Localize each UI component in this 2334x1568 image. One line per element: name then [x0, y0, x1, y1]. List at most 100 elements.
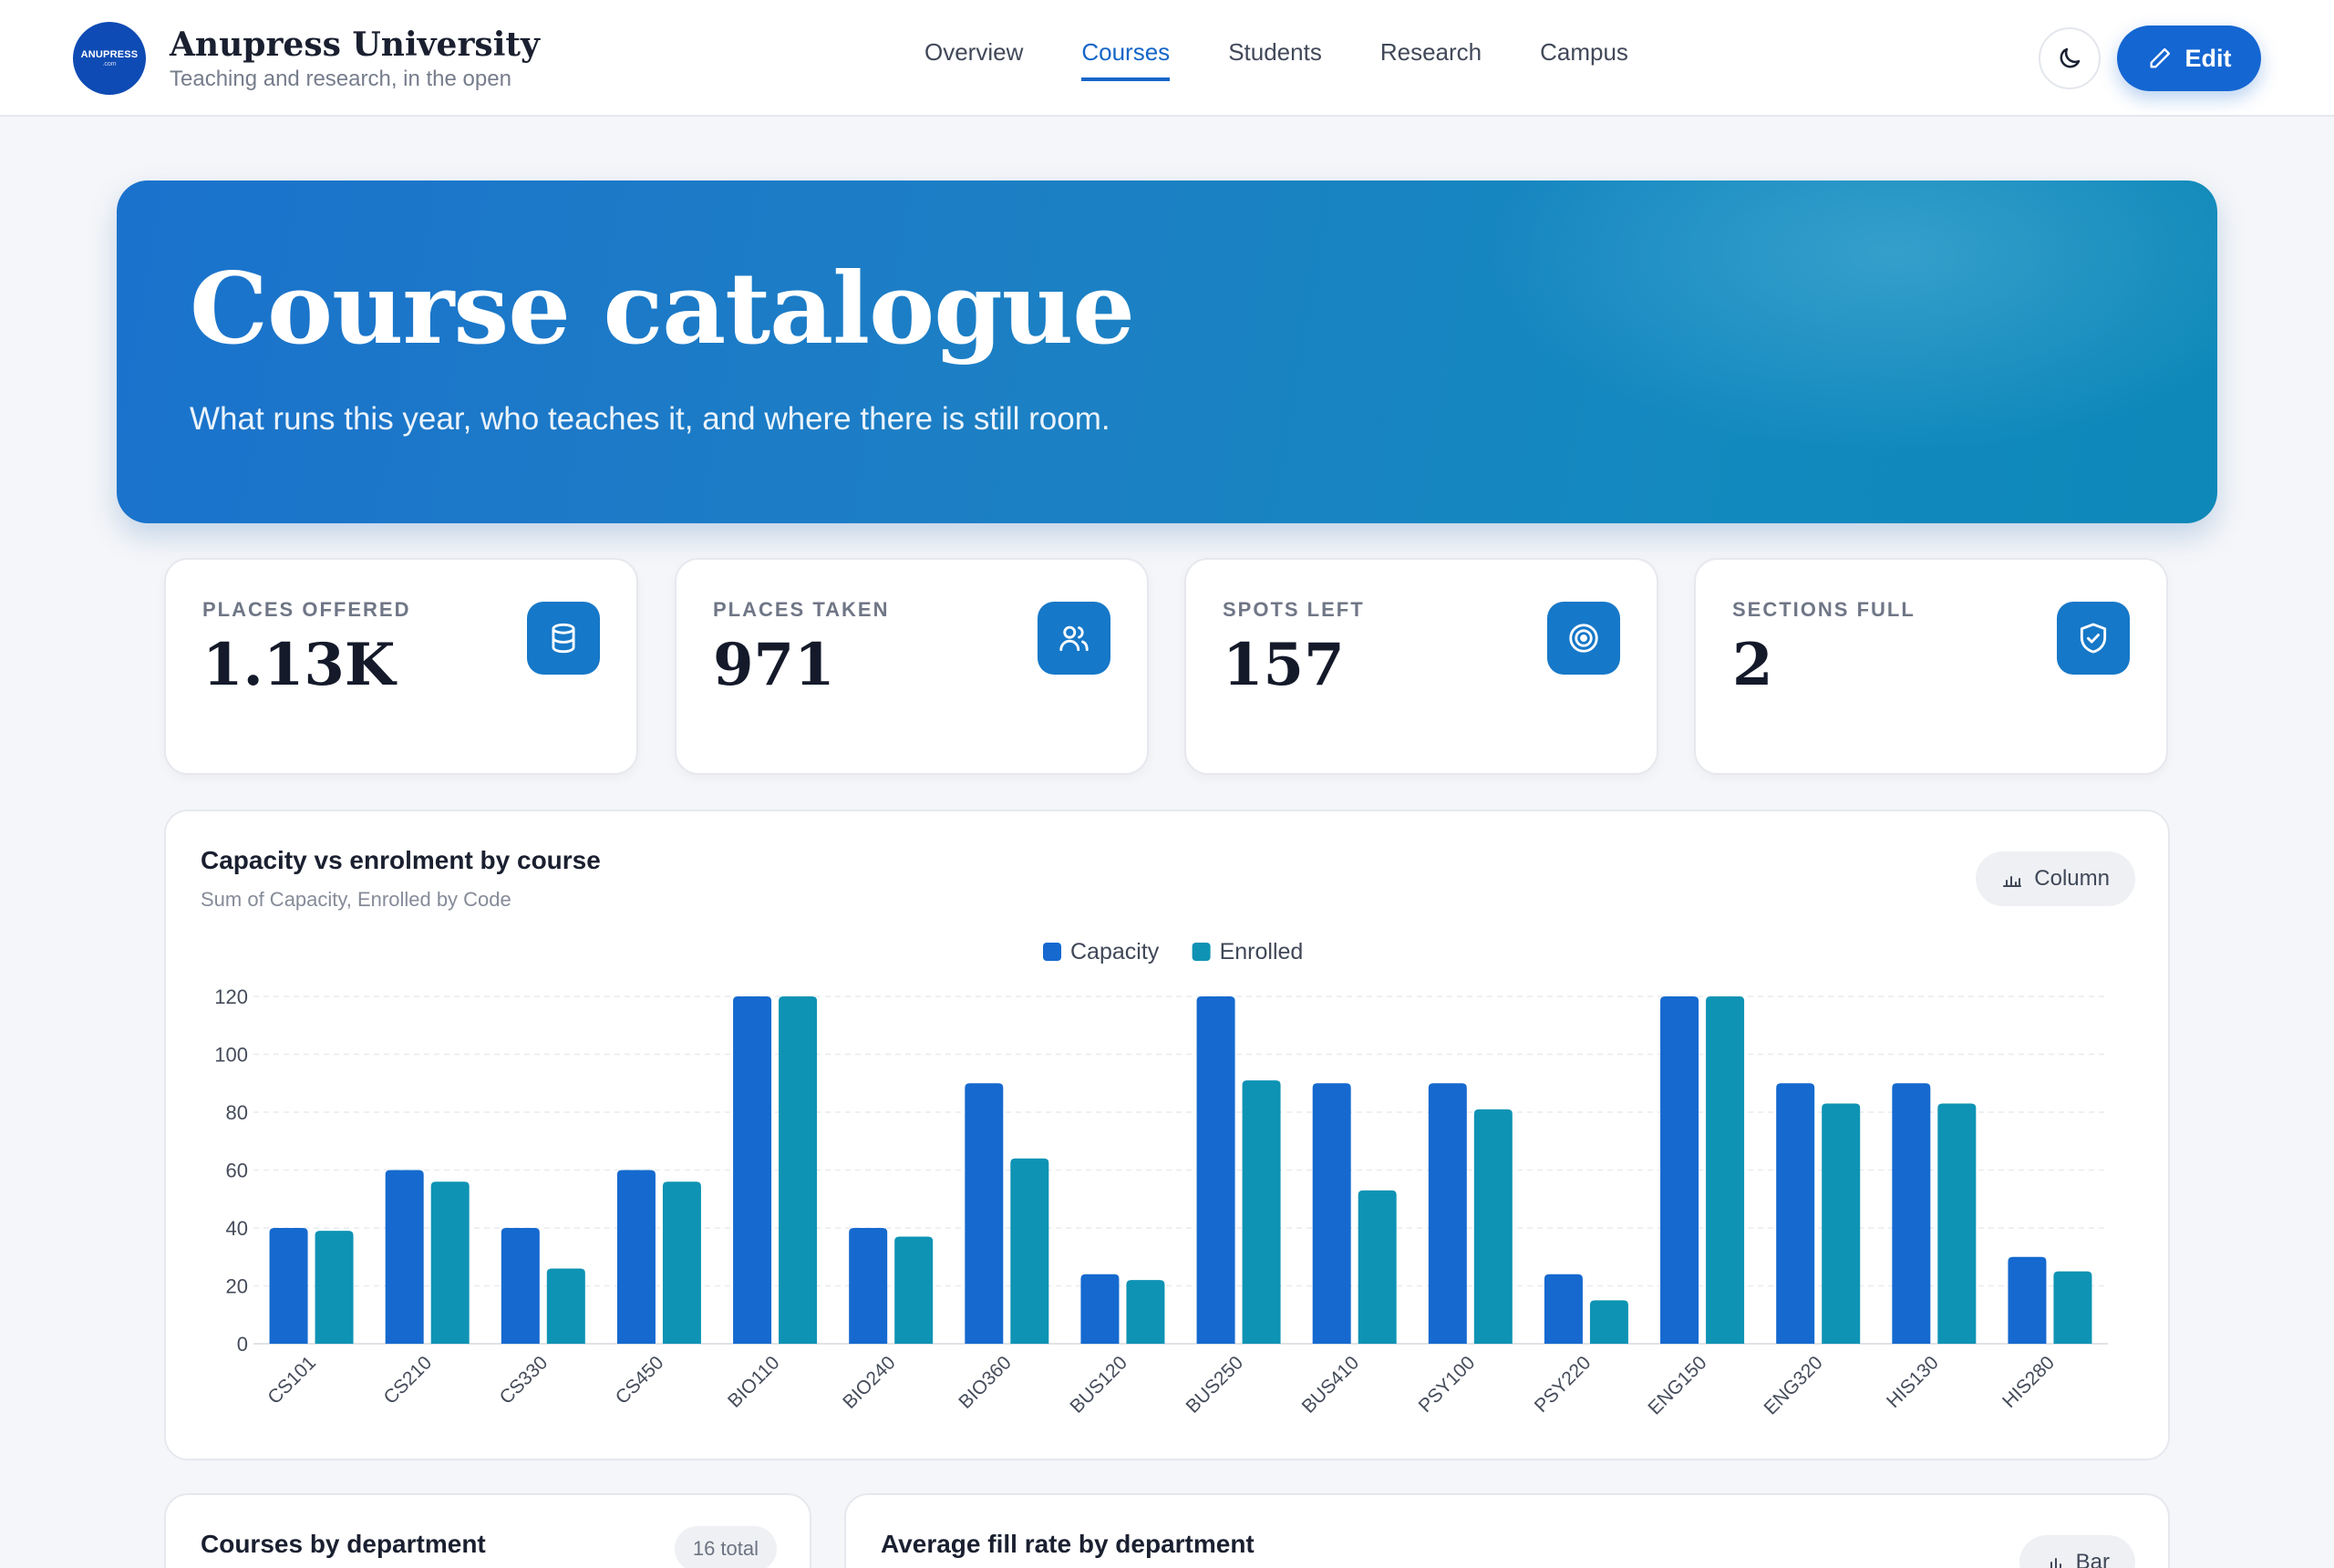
hero-banner: Course catalogue What runs this year, wh… [117, 181, 2217, 523]
bar-capacity-bus410 [1312, 1083, 1351, 1344]
capacity-enrolment-chart: 0 20 40 60 80 100 120 Capacity Enrolled CS101 CS21… [214, 939, 2108, 1418]
stat-label: SECTIONS FULL [1732, 598, 1916, 621]
bar-enrolled-cs330 [546, 1268, 585, 1344]
stat-label: PLACES TAKEN [713, 598, 890, 621]
x-tick-label: PSY100 [1415, 1352, 1480, 1417]
bar-enrolled-eng320 [1822, 1103, 1861, 1344]
bar-enrolled-bio360 [1010, 1158, 1049, 1344]
brand-text: Anupress University Teaching and researc… [170, 25, 540, 92]
stat-card-places-taken: PLACES TAKEN 971 [675, 558, 1149, 775]
bar-enrolled-cs210 [430, 1181, 470, 1344]
x-tick-label: BIO110 [724, 1352, 784, 1412]
nav-item-overview[interactable]: Overview [924, 38, 1023, 81]
x-tick-label: CS450 [612, 1352, 668, 1408]
bar-capacity-bus250 [1196, 996, 1235, 1344]
nav-item-courses[interactable]: Courses [1081, 38, 1171, 81]
chart-type-label: Bar [2075, 1550, 2110, 1568]
x-tick-label: BUS120 [1066, 1352, 1131, 1418]
legend-label: Enrolled [1220, 939, 1304, 965]
bar-capacity-eng150 [1660, 996, 1699, 1344]
shield-check-icon [2057, 602, 2130, 675]
bar-enrolled-bio110 [779, 996, 818, 1344]
bar-capacity-cs210 [385, 1170, 424, 1344]
bar-capacity-cs101 [269, 1228, 308, 1344]
x-tick-label: BIO360 [955, 1352, 1016, 1413]
page-title: Course catalogue [190, 252, 1135, 366]
bar-enrolled-psy100 [1473, 1109, 1513, 1344]
bar-capacity-bus120 [1080, 1274, 1120, 1344]
x-tick-label: CS101 [263, 1352, 320, 1408]
stat-label: SPOTS LEFT [1223, 598, 1365, 621]
bar-capacity-cs450 [616, 1170, 656, 1344]
logo-subtext: .com [102, 61, 117, 67]
moon-icon [2060, 47, 2081, 68]
y-tick-label: 80 [226, 1101, 248, 1124]
nav-item-campus[interactable]: Campus [1540, 38, 1628, 81]
bar-enrolled-cs450 [662, 1181, 701, 1344]
logo-text: ANUPRESS [80, 49, 139, 60]
chart-type-button[interactable]: Bar [2019, 1535, 2135, 1568]
x-tick-label: ENG320 [1761, 1352, 1827, 1418]
bar-enrolled-his280 [2053, 1271, 2092, 1344]
x-tick-label: BIO240 [839, 1352, 900, 1413]
main-nav: Overview Courses Students Research Campu… [924, 38, 1687, 81]
card-fill-rate-by-department: Average fill rate by department Bar [844, 1493, 2170, 1568]
stat-value: 1.13K [202, 631, 396, 699]
x-tick-label: PSY220 [1531, 1352, 1596, 1417]
brand-tagline: Teaching and research, in the open [170, 67, 511, 91]
bar-capacity-bio110 [733, 996, 772, 1344]
card-title: Courses by department [201, 1530, 486, 1558]
bar-enrolled-psy220 [1589, 1300, 1628, 1344]
bar-enrolled-bus250 [1242, 1080, 1281, 1344]
stat-card-sections-full: SECTIONS FULL 2 [1694, 558, 2168, 775]
x-tick-label: BUS250 [1182, 1352, 1248, 1418]
bar-enrolled-his130 [1937, 1103, 1977, 1344]
x-tick-label: BUS410 [1298, 1352, 1364, 1418]
legend-swatch [1192, 943, 1211, 961]
x-tick-label: HIS280 [1998, 1352, 2059, 1412]
stat-label: PLACES OFFERED [202, 598, 411, 621]
hero-glow [1484, 181, 2217, 454]
legend-swatch [1043, 943, 1061, 961]
stat-card-places-offered: PLACES OFFERED 1.13K [164, 558, 638, 775]
nav-item-research[interactable]: Research [1380, 38, 1482, 81]
bar-enrolled-eng150 [1706, 996, 1745, 1344]
bar-capacity-his280 [2008, 1256, 2047, 1344]
stat-card-spots-left: SPOTS LEFT 157 [1184, 558, 1658, 775]
stat-value: 2 [1732, 631, 1773, 699]
bar-enrolled-cs101 [315, 1231, 354, 1344]
users-icon [1038, 602, 1110, 675]
x-tick-label: HIS130 [1883, 1352, 1943, 1412]
edit-button[interactable]: Edit [2117, 26, 2261, 91]
brand[interactable]: ANUPRESS .com Anupress University Teachi… [73, 22, 540, 95]
target-icon [1547, 602, 1620, 675]
y-tick-label: 40 [226, 1217, 248, 1240]
bar-capacity-bio360 [965, 1083, 1004, 1344]
y-tick-label: 100 [214, 1044, 248, 1067]
bar-enrolled-bio240 [894, 1236, 934, 1344]
university-logo: ANUPRESS .com [73, 22, 146, 95]
page-subtitle: What runs this year, who teaches it, and… [190, 401, 1110, 437]
chart-card-capacity-enrolment: Capacity vs enrolment by course Sum of C… [164, 810, 2170, 1460]
card-courses-by-department: Courses by department 16 total [164, 1493, 811, 1568]
bar-capacity-eng320 [1776, 1083, 1815, 1344]
bar-capacity-psy220 [1544, 1274, 1583, 1344]
x-tick-label: CS210 [380, 1352, 437, 1408]
brand-name: Anupress University [170, 26, 540, 64]
bar-capacity-psy100 [1428, 1083, 1467, 1344]
y-tick-label: 60 [226, 1160, 248, 1182]
x-tick-label: CS330 [496, 1352, 553, 1408]
nav-item-students[interactable]: Students [1228, 38, 1322, 81]
pencil-icon [2150, 47, 2170, 68]
bar-enrolled-bus410 [1358, 1190, 1397, 1344]
stat-value: 971 [713, 631, 835, 699]
stat-value: 157 [1223, 631, 1345, 699]
y-tick-label: 0 [237, 1333, 248, 1356]
card-title: Average fill rate by department [881, 1530, 1255, 1558]
bar-capacity-bio240 [849, 1228, 888, 1344]
y-tick-label: 120 [214, 985, 248, 1008]
bar-enrolled-bus120 [1126, 1280, 1165, 1344]
bar-chart-icon [2050, 1558, 2061, 1568]
theme-toggle-button[interactable] [2039, 27, 2101, 89]
top-bar: ANUPRESS .com Anupress University Teachi… [0, 0, 2334, 117]
